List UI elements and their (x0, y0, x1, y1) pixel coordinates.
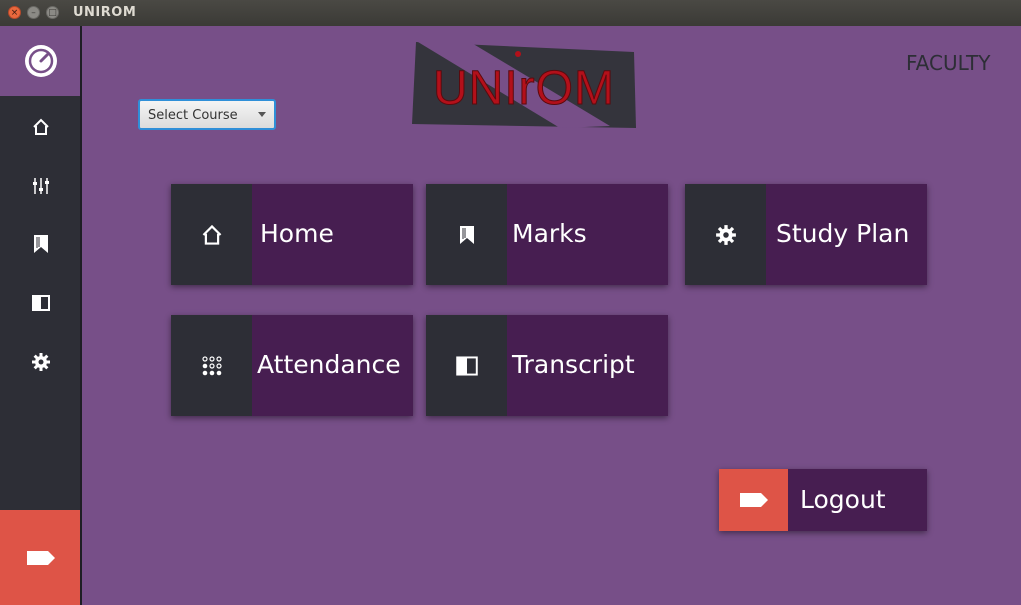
bookmark-icon (33, 235, 48, 253)
logout-button[interactable]: Logout (719, 469, 927, 531)
chevron-down-icon (258, 112, 266, 117)
sidebar-item-home[interactable] (0, 107, 81, 147)
attendance-tile[interactable]: Attendance (171, 315, 413, 416)
sliders-icon (32, 178, 49, 194)
role-label: FACULTY (906, 51, 991, 75)
attendance-tile-label: Attendance (257, 350, 401, 379)
study-plan-tile[interactable]: Study Plan (685, 184, 927, 285)
sidebar-item-transcript[interactable] (0, 283, 81, 323)
home-tile-label: Home (260, 219, 334, 248)
transcript-tile[interactable]: Transcript (426, 315, 668, 416)
home-icon (202, 224, 221, 245)
dashboard-icon (24, 45, 57, 77)
dots-grid-icon (201, 355, 222, 375)
transcript-icon (31, 295, 50, 311)
window-titlebar: × – □ UNIROM (0, 0, 1021, 26)
logout-icon (739, 493, 768, 507)
course-select-value: Select Course (148, 108, 238, 123)
logo-text: UNIrOM (433, 62, 615, 115)
home-icon (32, 118, 49, 135)
bookmark-icon (459, 225, 474, 244)
transcript-tile-label: Transcript (512, 350, 635, 379)
unirom-logo: UNIrOM (410, 38, 638, 132)
window-close-button[interactable]: × (8, 6, 21, 19)
sidebar-logout-button[interactable] (0, 510, 81, 605)
window-maximize-button[interactable]: □ (46, 6, 59, 19)
sidebar-item-dashboard[interactable] (0, 26, 81, 96)
gear-icon (715, 224, 736, 245)
window-title: UNIROM (73, 5, 137, 20)
sidebar-item-study-plan[interactable] (0, 342, 81, 382)
gear-icon (31, 353, 50, 371)
logout-label: Logout (800, 485, 886, 514)
course-select[interactable]: Select Course (138, 99, 276, 130)
sidebar-item-settings[interactable] (0, 166, 81, 206)
sidebar-divider (80, 26, 82, 605)
logout-icon (26, 550, 55, 565)
home-tile[interactable]: Home (171, 184, 413, 285)
sidebar (0, 26, 82, 605)
marks-tile[interactable]: Marks (426, 184, 668, 285)
transcript-icon (455, 355, 478, 376)
sidebar-item-marks[interactable] (0, 224, 81, 264)
study-plan-tile-label: Study Plan (776, 219, 910, 248)
window-minimize-button[interactable]: – (27, 6, 40, 19)
marks-tile-label: Marks (512, 219, 587, 248)
